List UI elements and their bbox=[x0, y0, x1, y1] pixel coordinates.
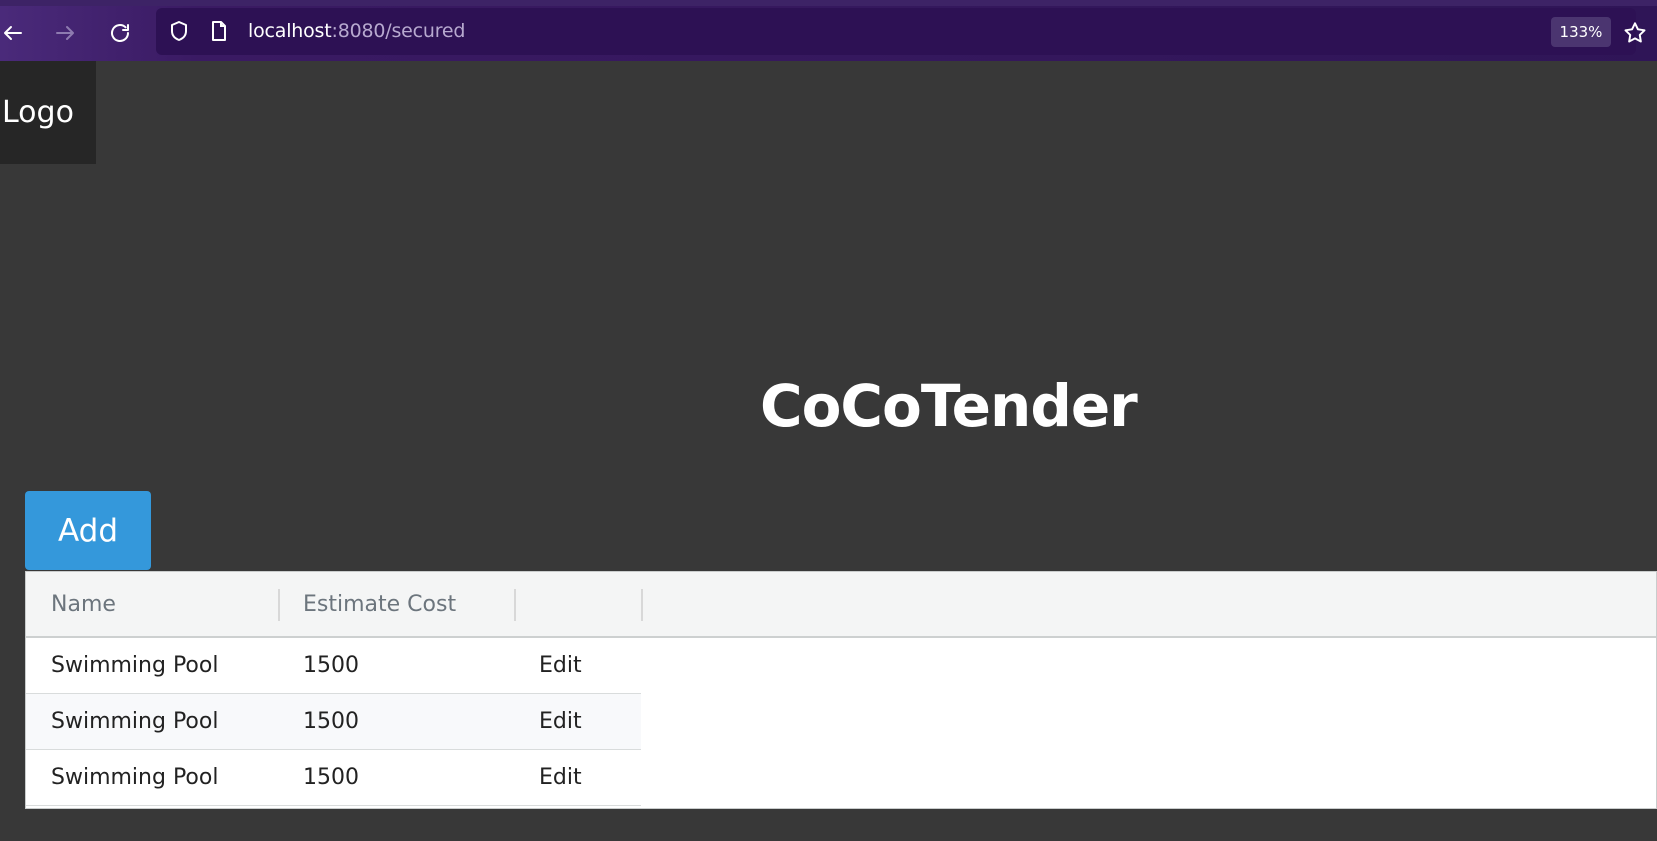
cell-estimate-cost: 1500 bbox=[303, 653, 359, 678]
add-button[interactable]: Add bbox=[25, 491, 151, 570]
zoom-badge[interactable]: 133% bbox=[1551, 17, 1611, 47]
table-row: Swimming Pool 1500 Edit bbox=[26, 694, 641, 750]
browser-toolbar: localhost:8080/secured 133% bbox=[0, 0, 1657, 61]
address-bar[interactable]: localhost:8080/secured 133% bbox=[156, 8, 1636, 55]
reload-icon[interactable] bbox=[107, 20, 133, 46]
shield-icon[interactable] bbox=[166, 18, 192, 44]
cell-name: Swimming Pool bbox=[51, 653, 219, 678]
column-resize-handle[interactable] bbox=[514, 589, 516, 621]
table-row: Swimming Pool 1500 Edit bbox=[26, 638, 641, 694]
back-icon[interactable] bbox=[0, 20, 26, 46]
cell-name: Swimming Pool bbox=[51, 765, 219, 790]
url-host: localhost bbox=[248, 20, 332, 42]
edit-link[interactable]: Edit bbox=[539, 750, 582, 805]
bookmark-star-icon[interactable] bbox=[1622, 20, 1648, 46]
column-resize-handle[interactable] bbox=[278, 589, 280, 621]
logo: Logo bbox=[0, 61, 96, 164]
table-row: Swimming Pool 1500 Edit bbox=[26, 750, 641, 806]
url-path: :8080/secured bbox=[331, 20, 466, 42]
grid-header: Name Estimate Cost bbox=[26, 572, 1656, 638]
column-header-name[interactable]: Name bbox=[51, 572, 116, 636]
page-icon[interactable] bbox=[206, 18, 232, 44]
column-resize-handle[interactable] bbox=[641, 589, 643, 621]
page-title: CoCoTender bbox=[760, 372, 1138, 440]
cell-estimate-cost: 1500 bbox=[303, 765, 359, 790]
edit-link[interactable]: Edit bbox=[539, 638, 582, 693]
cell-estimate-cost: 1500 bbox=[303, 709, 359, 734]
url-text[interactable]: localhost:8080/secured bbox=[248, 20, 465, 42]
cell-name: Swimming Pool bbox=[51, 709, 219, 734]
forward-icon[interactable] bbox=[52, 20, 78, 46]
edit-link[interactable]: Edit bbox=[539, 694, 582, 749]
column-header-estimate-cost[interactable]: Estimate Cost bbox=[303, 572, 456, 636]
data-grid: Name Estimate Cost Swimming Pool 1500 Ed… bbox=[25, 571, 1657, 809]
